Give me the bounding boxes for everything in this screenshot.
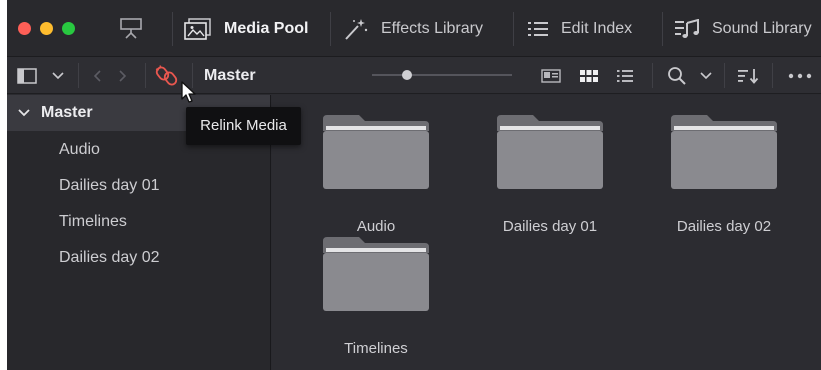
tab-media-pool-label: Media Pool [224,19,309,37]
bin-tree-root-label: Master [41,104,93,121]
sidebar-options-button[interactable] [49,57,67,94]
bin-folder[interactable]: Audio [301,115,451,235]
tab-edit-index[interactable]: Edit Index [527,0,632,57]
metadata-view-icon [541,68,561,83]
metadata-view-button[interactable] [539,57,563,94]
list-view-button[interactable] [613,57,637,94]
mouse-pointer-icon [181,81,196,103]
search-icon [668,66,686,85]
window-close-button[interactable] [18,22,31,35]
sound-library-icon [675,18,699,38]
tab-effects-library[interactable]: Effects Library [343,0,483,57]
list-view-icon [617,69,633,82]
forward-button[interactable] [113,57,133,94]
tab-sound-library-label: Sound Library [712,19,812,37]
sort-button[interactable] [735,57,761,94]
more-icon [788,73,812,78]
relink-media-tooltip: Relink Media [186,107,301,145]
sidebar-toggle-button[interactable] [13,57,41,94]
thumbnail-view-icon [580,69,598,82]
chevron-down-icon [52,71,64,79]
tab-edit-index-label: Edit Index [561,19,633,37]
bin-folder-label: Dailies day 02 [676,218,772,235]
thumbnail-view-button[interactable] [577,57,601,94]
chevron-down-icon[interactable] [18,109,30,117]
top-tab-bar: Media Pool Effects Library Edit Index So… [7,0,821,57]
window-zoom-button[interactable] [62,22,75,35]
bin-folder[interactable]: Timelines [301,237,451,357]
zoom-slider-knob[interactable] [402,70,412,80]
sidebar-bin-timelines[interactable]: Timelines [59,210,127,234]
sidebar-bin-audio[interactable]: Audio [59,138,100,162]
chevron-down-icon [700,71,712,79]
window-minimize-button[interactable] [40,22,53,35]
effects-wand-icon [345,18,368,40]
relink-media-button[interactable] [154,57,180,94]
forward-arrow-icon [119,69,127,82]
tab-sound-library[interactable]: Sound Library [674,0,812,57]
thumbnail-zoom-slider[interactable] [372,70,512,80]
bin-folder-label: Timelines [344,340,408,357]
present-mode-icon[interactable] [119,16,143,40]
bin-folder[interactable]: Dailies day 01 [475,115,625,235]
bin-folder-label: Audio [356,218,396,235]
sidebar-toggle-icon [17,67,37,84]
back-button[interactable] [87,57,107,94]
tab-media-pool[interactable]: Media Pool [184,0,308,57]
back-arrow-icon [93,69,101,82]
media-pool-window: Media Pool Effects Library Edit Index So… [7,0,821,370]
bin-folder-label: Dailies day 01 [502,218,598,235]
sidebar-bin-dailies-day-02[interactable]: Dailies day 02 [59,246,160,270]
search-options-button[interactable] [697,57,715,94]
tab-effects-library-label: Effects Library [381,19,483,37]
search-button[interactable] [665,57,689,94]
folder-icon [497,115,603,189]
folder-icon [323,115,429,189]
bin-content-area: Audio Dailies day 01 Dailies day 02 Time… [272,95,821,370]
more-options-button[interactable] [785,57,815,94]
media-pool-icon [184,17,211,40]
media-pool-toolbar: Master [7,57,821,94]
list-index-icon [528,21,548,36]
sort-icon [738,68,759,84]
current-bin-title: Master [204,67,256,84]
folder-icon [323,237,429,311]
sidebar-bin-dailies-day-01[interactable]: Dailies day 01 [59,174,160,198]
bin-folder[interactable]: Dailies day 02 [649,115,799,235]
relink-media-icon [155,64,178,85]
folder-icon [671,115,777,189]
